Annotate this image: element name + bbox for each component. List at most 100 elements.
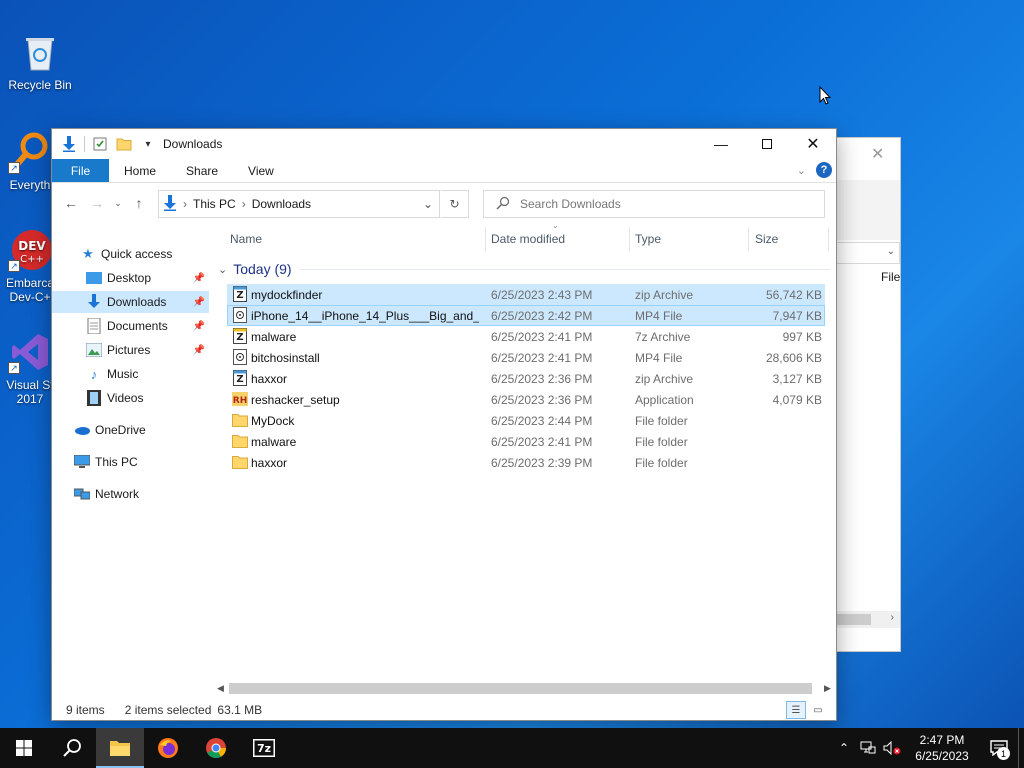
pin-icon[interactable]: 📌 xyxy=(193,297,205,308)
group-label: Today (9) xyxy=(233,261,292,277)
search-box[interactable]: Search Downloads xyxy=(483,190,825,218)
chevron-right-icon[interactable]: › xyxy=(183,197,187,211)
column-separator[interactable] xyxy=(485,227,486,251)
nav-downloads[interactable]: Downloads 📌 xyxy=(52,291,209,313)
list-item[interactable]: Z mydockfinder 6/25/2023 2:43 PM zip Arc… xyxy=(227,284,825,305)
taskbar-7zip[interactable]: 7z xyxy=(240,728,288,768)
chevron-right-icon[interactable]: › xyxy=(891,612,894,623)
list-item[interactable]: RH reshacker_setup 6/25/2023 2:36 PM App… xyxy=(227,389,825,410)
properties-icon[interactable] xyxy=(91,135,109,153)
expand-ribbon-icon[interactable]: ⌄ xyxy=(797,164,806,177)
windows-logo-icon xyxy=(16,740,32,756)
show-desktop-button[interactable] xyxy=(1018,728,1024,768)
close-button[interactable]: ✕ xyxy=(790,129,836,159)
pin-icon[interactable]: 📌 xyxy=(193,345,205,356)
nav-pictures[interactable]: Pictures 📌 xyxy=(52,339,209,361)
scrollbar-thumb[interactable] xyxy=(229,683,812,694)
file-name: mydockfinder xyxy=(251,287,323,302)
action-center-button[interactable]: 1 xyxy=(980,728,1018,768)
chevron-down-icon[interactable]: ⌄ xyxy=(423,197,433,211)
back-button[interactable]: ← xyxy=(58,190,84,216)
column-separator[interactable] xyxy=(629,227,630,251)
file-explorer-window[interactable]: ▾ Downloads — ✕ File Home Share View ⌄ ?… xyxy=(51,128,837,721)
file-type: zip Archive xyxy=(635,287,694,302)
help-icon[interactable]: ? xyxy=(816,162,832,178)
column-header-name[interactable]: Name xyxy=(230,227,262,251)
list-item[interactable]: Z haxxor 6/25/2023 2:36 PM zip Archive 3… xyxy=(227,368,825,389)
breadcrumb-this-pc[interactable]: This PC xyxy=(193,197,236,211)
close-icon[interactable]: ✕ xyxy=(871,144,884,164)
nav-network[interactable]: Network xyxy=(52,483,209,505)
clock[interactable]: 2:47 PM 6/25/2023 xyxy=(904,732,980,764)
nav-label: Videos xyxy=(107,391,144,405)
separator xyxy=(84,136,85,152)
nav-onedrive[interactable]: OneDrive xyxy=(52,419,209,441)
background-window[interactable]: ✕ ⌄ File › xyxy=(836,137,901,652)
list-item[interactable]: malware 6/25/2023 2:41 PM File folder xyxy=(227,431,825,452)
scroll-right-icon[interactable]: ▶ xyxy=(819,680,836,697)
nav-quick-access[interactable]: ★ Quick access xyxy=(52,243,209,265)
folder-icon xyxy=(232,412,248,428)
volume-muted-icon[interactable] xyxy=(880,728,904,768)
svg-text:RH: RH xyxy=(233,396,247,406)
scrollbar[interactable]: › xyxy=(837,611,900,628)
address-field[interactable]: ⌄ xyxy=(837,242,900,264)
details-view-icon[interactable]: ☰ xyxy=(786,701,806,719)
search-input[interactable]: Search Downloads xyxy=(520,197,621,211)
pin-icon[interactable]: 📌 xyxy=(193,321,205,332)
file-type: 7z Archive xyxy=(635,329,691,344)
nav-this-pc[interactable]: This PC xyxy=(52,451,209,473)
list-item[interactable]: iPhone_14__iPhone_14_Plus___Big_and_Bi..… xyxy=(227,305,825,326)
tab-share[interactable]: Share xyxy=(171,159,233,182)
chevron-down-icon[interactable]: ⌄ xyxy=(218,263,227,276)
address-bar[interactable]: › This PC › Downloads ⌄ xyxy=(158,190,440,218)
search-icon xyxy=(496,196,510,213)
customize-toolbar-icon[interactable]: ▾ xyxy=(139,135,157,153)
refresh-button[interactable]: ↻ xyxy=(441,190,469,218)
tab-file[interactable]: File xyxy=(52,159,109,182)
clock-date: 6/25/2023 xyxy=(915,749,969,763)
nav-documents[interactable]: Documents 📌 xyxy=(52,315,209,337)
search-button[interactable] xyxy=(48,728,96,768)
forward-button[interactable]: → xyxy=(84,190,110,216)
column-header-date[interactable]: Date modified xyxy=(491,227,565,251)
list-item[interactable]: MyDock 6/25/2023 2:44 PM File folder xyxy=(227,410,825,431)
shortcut-arrow-icon: ↗ xyxy=(8,260,20,272)
pin-icon[interactable]: 📌 xyxy=(193,273,205,284)
tab-home[interactable]: Home xyxy=(109,159,171,182)
column-header-size[interactable]: Size xyxy=(755,227,778,251)
tab-view[interactable]: View xyxy=(233,159,289,182)
network-icon[interactable] xyxy=(856,728,880,768)
taskbar-chrome[interactable] xyxy=(192,728,240,768)
nav-videos[interactable]: Videos xyxy=(52,387,209,409)
list-item[interactable]: bitchosinstall 6/25/2023 2:41 PM MP4 Fil… xyxy=(227,347,825,368)
nav-label: Desktop xyxy=(107,271,152,285)
taskbar-file-explorer[interactable] xyxy=(96,728,144,768)
column-separator[interactable] xyxy=(748,227,749,251)
nav-desktop[interactable]: Desktop 📌 xyxy=(52,267,209,289)
group-header-today[interactable]: ⌄ Today (9) xyxy=(218,258,830,280)
start-button[interactable] xyxy=(0,728,48,768)
breadcrumb-downloads[interactable]: Downloads xyxy=(252,197,311,211)
desktop-icon-recycle-bin[interactable]: Recycle Bin xyxy=(2,30,78,92)
new-folder-icon[interactable] xyxy=(115,135,133,153)
maximize-button[interactable] xyxy=(744,129,790,159)
zip-archive-icon: Z xyxy=(232,370,248,386)
taskbar-firefox[interactable] xyxy=(144,728,192,768)
nav-music[interactable]: ♪ Music xyxy=(52,363,209,385)
horizontal-scrollbar[interactable]: ◀ ▶ xyxy=(212,680,836,697)
file-date: 6/25/2023 2:42 PM xyxy=(491,308,593,323)
chevron-right-icon[interactable]: › xyxy=(242,197,246,211)
scroll-left-icon[interactable]: ◀ xyxy=(212,680,229,697)
list-item[interactable]: Z malware 6/25/2023 2:41 PM 7z Archive 9… xyxy=(227,326,825,347)
minimize-button[interactable]: — xyxy=(698,129,744,159)
column-header-type[interactable]: Type xyxy=(635,227,661,251)
list-item[interactable]: haxxor 6/25/2023 2:39 PM File folder xyxy=(227,452,825,473)
svg-text:DEV: DEV xyxy=(18,239,46,253)
title-bar[interactable]: ▾ Downloads — ✕ xyxy=(52,129,836,159)
up-button[interactable]: ↑ xyxy=(126,190,152,216)
large-icons-view-icon[interactable]: ▭ xyxy=(808,701,828,719)
show-hidden-icons-icon[interactable]: ⌃ xyxy=(832,728,856,768)
column-separator[interactable] xyxy=(828,227,829,251)
recent-locations-button[interactable]: ⌄ xyxy=(110,190,126,216)
